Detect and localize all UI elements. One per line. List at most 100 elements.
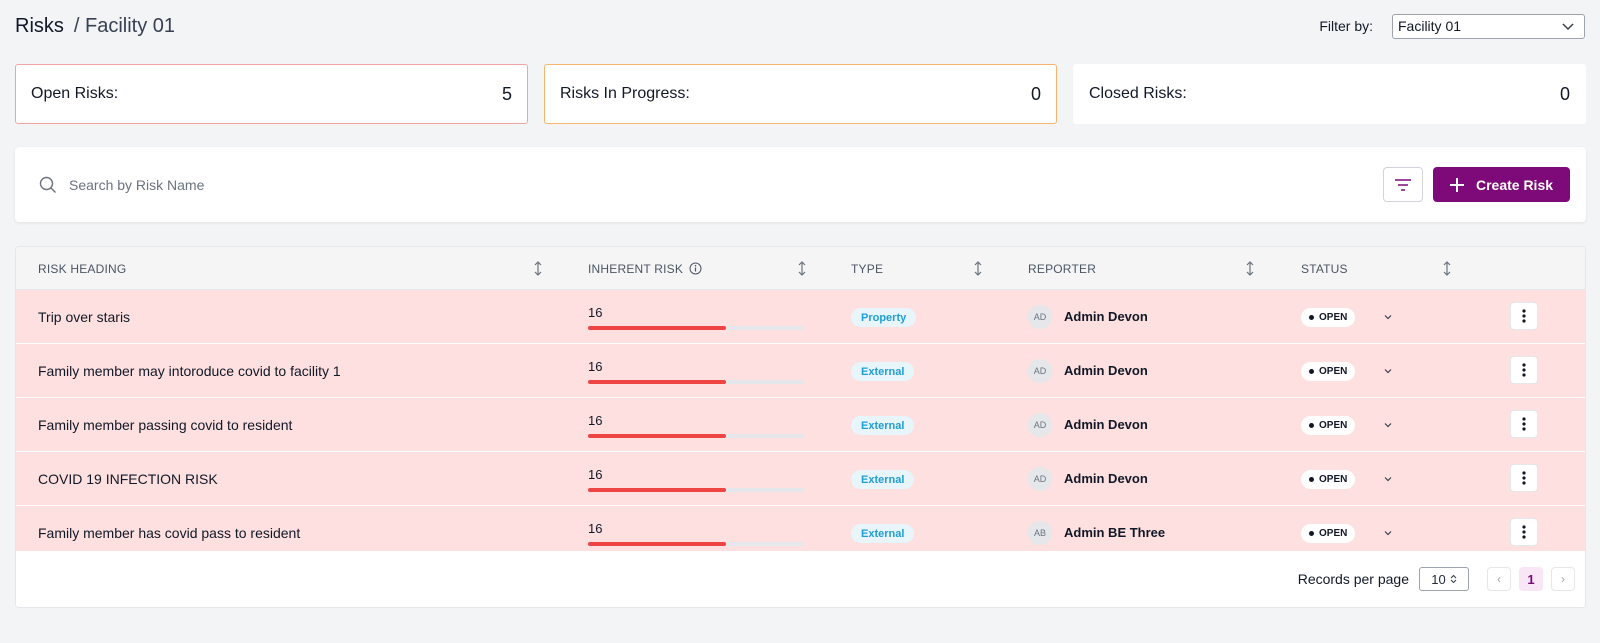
search-input[interactable] (69, 176, 1383, 193)
risk-heading[interactable]: Trip over staris (38, 309, 130, 325)
sort-icon[interactable] (973, 261, 983, 276)
col-type[interactable]: TYPE (851, 247, 883, 290)
chevron-down-icon[interactable] (1383, 474, 1393, 484)
status-dot (1309, 369, 1314, 374)
col-reporter[interactable]: REPORTER (1028, 247, 1096, 290)
row-actions-button[interactable] (1510, 356, 1538, 384)
status-badge[interactable]: OPEN (1301, 524, 1356, 543)
col-status[interactable]: STATUS (1301, 247, 1348, 290)
kebab-menu-icon (1522, 471, 1526, 485)
column-label: RISK HEADING (38, 261, 127, 276)
records-per-page-select[interactable]: 10 (1419, 567, 1469, 591)
stat-value: 5 (501, 83, 512, 104)
row-actions-button[interactable] (1510, 464, 1538, 492)
status-badge[interactable]: OPEN (1301, 308, 1356, 327)
in-progress-risks-card[interactable]: Risks In Progress: 0 (544, 64, 1057, 124)
type-badge: Property (851, 308, 917, 327)
stat-value: 0 (1030, 83, 1041, 104)
reporter-name: Admin Devon (1064, 309, 1148, 324)
updown-chevron-icon (1450, 574, 1457, 584)
type-badge: External (851, 524, 915, 543)
filter-button[interactable] (1383, 167, 1423, 202)
status-dot (1309, 423, 1314, 428)
next-page-button[interactable]: › (1551, 567, 1575, 591)
col-risk-heading[interactable]: RISK HEADING (38, 247, 126, 290)
inherent-risk-bar-fill (588, 380, 727, 384)
column-label: TYPE (851, 261, 884, 276)
kebab-menu-icon (1522, 363, 1526, 377)
table-row[interactable]: COVID 19 INFECTION RISK 16 External AD A… (16, 452, 1585, 506)
inherent-risk-value: 16 (588, 359, 603, 374)
filter-value: Facility 01 (1398, 18, 1462, 34)
status-dot (1309, 531, 1314, 536)
prev-page-button[interactable]: ‹ (1487, 567, 1511, 591)
status-badge[interactable]: OPEN (1301, 416, 1356, 435)
inherent-risk-bar (588, 380, 804, 384)
filter-label: Filter by: (1319, 18, 1373, 34)
chevron-down-icon[interactable] (1383, 420, 1393, 430)
sort-icon[interactable] (533, 261, 543, 276)
reporter-name: Admin Devon (1064, 471, 1148, 486)
type-badge: External (851, 470, 915, 489)
table-header: RISK HEADING INHERENT RISK TYPE REPORTER… (16, 247, 1585, 290)
inherent-risk-bar (588, 488, 804, 492)
status-label: OPEN (1319, 474, 1348, 485)
column-label: STATUS (1301, 261, 1348, 276)
search-toolbar: Create Risk (15, 147, 1586, 222)
reporter-name: Admin Devon (1064, 417, 1148, 432)
create-risk-label: Create Risk (1475, 176, 1554, 193)
plus-icon (1449, 177, 1464, 192)
chevron-down-icon (1562, 23, 1574, 31)
status-dot (1309, 477, 1314, 482)
status-label: OPEN (1319, 366, 1348, 377)
avatar: AD (1028, 413, 1052, 437)
inherent-risk-value: 16 (588, 467, 603, 482)
avatar: AD (1028, 467, 1052, 491)
stat-label: Closed Risks: (1089, 85, 1187, 102)
sort-icon[interactable] (1245, 261, 1255, 276)
type-badge: External (851, 362, 915, 381)
status-badge[interactable]: OPEN (1301, 362, 1356, 381)
facility-filter-select[interactable]: Facility 01 (1392, 13, 1585, 39)
column-label: REPORTER (1028, 261, 1097, 276)
status-dot (1309, 315, 1314, 320)
create-risk-button[interactable]: Create Risk (1433, 167, 1570, 202)
row-actions-button[interactable] (1510, 518, 1538, 546)
inherent-risk-bar-fill (588, 434, 727, 438)
page-1-button[interactable]: 1 (1519, 567, 1543, 591)
inherent-risk-bar-fill (588, 488, 727, 492)
col-inherent-risk[interactable]: INHERENT RISK (588, 247, 702, 290)
type-badge: External (851, 416, 915, 435)
inherent-risk-bar (588, 434, 804, 438)
row-actions-button[interactable] (1510, 410, 1538, 438)
risk-heading[interactable]: Family member passing covid to resident (38, 417, 292, 433)
chevron-down-icon[interactable] (1383, 366, 1393, 376)
filter-icon (1395, 178, 1411, 191)
open-risks-card[interactable]: Open Risks: 5 (15, 64, 528, 124)
table-body: Trip over staris 16 Property AD Admin De… (16, 290, 1585, 560)
info-icon[interactable] (689, 262, 702, 275)
risk-heading[interactable]: Family member has covid pass to resident (38, 525, 300, 541)
status-label: OPEN (1319, 528, 1348, 539)
breadcrumb-root[interactable]: Risks (15, 15, 64, 38)
chevron-down-icon[interactable] (1383, 528, 1393, 538)
risk-heading[interactable]: COVID 19 INFECTION RISK (38, 471, 218, 487)
risk-heading[interactable]: Family member may intoroduce covid to fa… (38, 363, 341, 379)
table-row[interactable]: Family member may intoroduce covid to fa… (16, 344, 1585, 398)
stat-label: Risks In Progress: (560, 85, 690, 102)
sort-icon[interactable] (1442, 261, 1452, 276)
pagination: Records per page 10 ‹ 1 › (16, 551, 1585, 607)
inherent-risk-bar (588, 326, 804, 330)
chevron-down-icon[interactable] (1383, 312, 1393, 322)
table-row[interactable]: Family member passing covid to resident … (16, 398, 1585, 452)
kebab-menu-icon (1522, 417, 1526, 431)
row-actions-button[interactable] (1510, 302, 1538, 330)
stats-row: Open Risks: 5 Risks In Progress: 0 Close… (15, 64, 1586, 124)
status-badge[interactable]: OPEN (1301, 470, 1356, 489)
table-row[interactable]: Trip over staris 16 Property AD Admin De… (16, 290, 1585, 344)
breadcrumb-current: / Facility 01 (73, 14, 176, 37)
sort-icon[interactable] (797, 261, 807, 276)
avatar: AB (1028, 521, 1052, 545)
closed-risks-card[interactable]: Closed Risks: 0 (1073, 64, 1586, 124)
search-icon (39, 176, 56, 193)
